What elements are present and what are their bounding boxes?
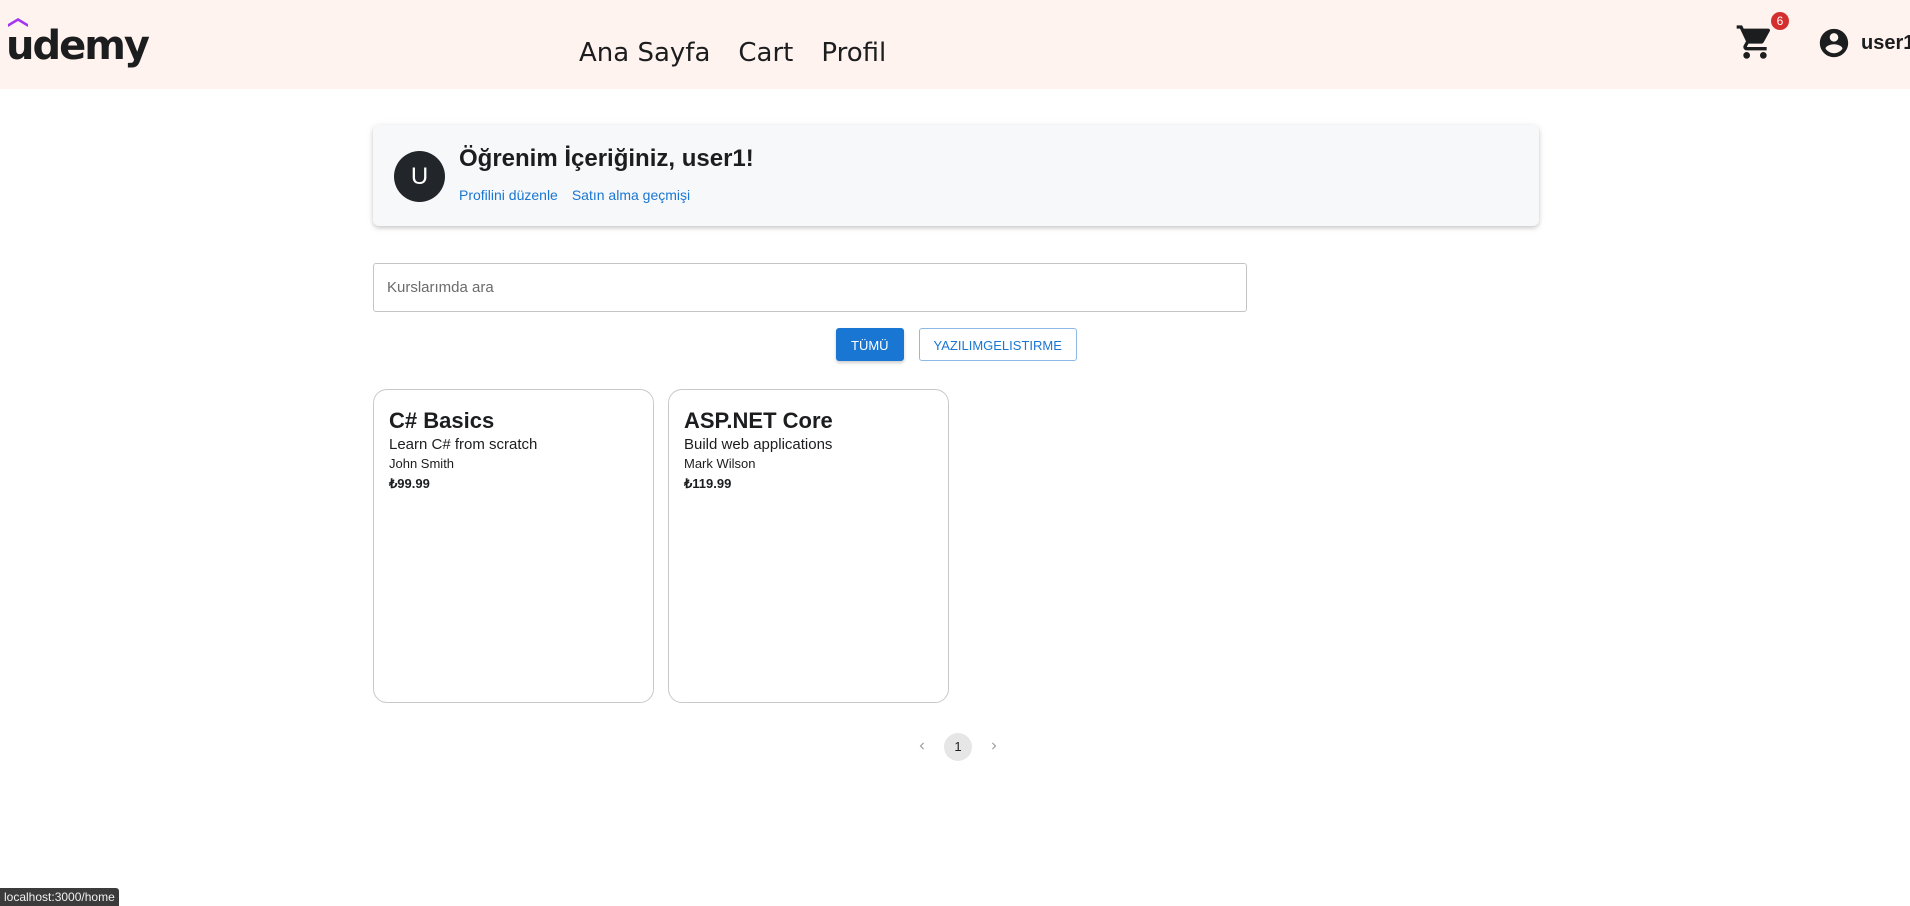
edit-profile-link[interactable]: Profilini düzenle bbox=[459, 187, 558, 203]
course-title: C# Basics bbox=[389, 408, 495, 433]
course-price: ₺119.99 bbox=[684, 476, 732, 491]
course-price: ₺99.99 bbox=[389, 476, 430, 491]
page-number-button[interactable]: 1 bbox=[944, 733, 972, 761]
next-page-button[interactable] bbox=[982, 733, 1006, 761]
logo-text: udemy bbox=[6, 23, 150, 69]
chevron-right-icon bbox=[992, 742, 997, 750]
course-description: Learn C# from scratch bbox=[389, 436, 538, 453]
account-circle-icon bbox=[1819, 28, 1849, 58]
course-title: ASP.NET Core bbox=[684, 408, 833, 433]
cart-count-badge: 6 bbox=[1771, 12, 1789, 30]
course-description: Build web applications bbox=[684, 436, 833, 453]
shopping-cart-icon bbox=[1736, 25, 1771, 59]
pagination: 1 bbox=[910, 733, 1006, 761]
search-input[interactable] bbox=[373, 263, 1247, 312]
category-filters: TÜMÜ YAZILIMGELISTIRME bbox=[836, 328, 1077, 361]
course-instructor: John Smith bbox=[389, 456, 455, 471]
main-nav: Ana Sayfa Cart Profil bbox=[579, 38, 886, 68]
page-title: Öğrenim İçeriğiniz, user1! bbox=[459, 145, 754, 172]
username-label: user1 bbox=[1861, 31, 1910, 54]
nav-home[interactable]: Ana Sayfa bbox=[579, 38, 710, 68]
profile-links: Profilini düzenle Satın alma geçmişi bbox=[459, 187, 690, 203]
course-instructor: Mark Wilson bbox=[684, 456, 756, 471]
nav-profile[interactable]: Profil bbox=[821, 38, 886, 68]
filter-all-button[interactable]: TÜMÜ bbox=[836, 328, 904, 361]
avatar: U bbox=[394, 151, 445, 202]
course-card[interactable]: ASP.NET Core Build web applications Mark… bbox=[668, 389, 949, 703]
status-bar-url: localhost:3000/home bbox=[0, 888, 119, 906]
filter-software-development-button[interactable]: YAZILIMGELISTIRME bbox=[918, 328, 1077, 361]
user-menu[interactable]: user1 bbox=[1817, 26, 1910, 60]
previous-page-button[interactable] bbox=[910, 733, 934, 761]
nav-cart[interactable]: Cart bbox=[738, 38, 793, 68]
purchase-history-link[interactable]: Satın alma geçmişi bbox=[572, 187, 690, 203]
profile-summary-card: U Öğrenim İçeriğiniz, user1! Profilini d… bbox=[373, 125, 1539, 226]
cart-button[interactable] bbox=[1735, 22, 1775, 62]
top-app-bar: udemy Ana Sayfa Cart Profil 6 user1 bbox=[0, 0, 1910, 89]
chevron-left-icon bbox=[919, 742, 924, 750]
course-card[interactable]: C# Basics Learn C# from scratch John Smi… bbox=[373, 389, 654, 703]
